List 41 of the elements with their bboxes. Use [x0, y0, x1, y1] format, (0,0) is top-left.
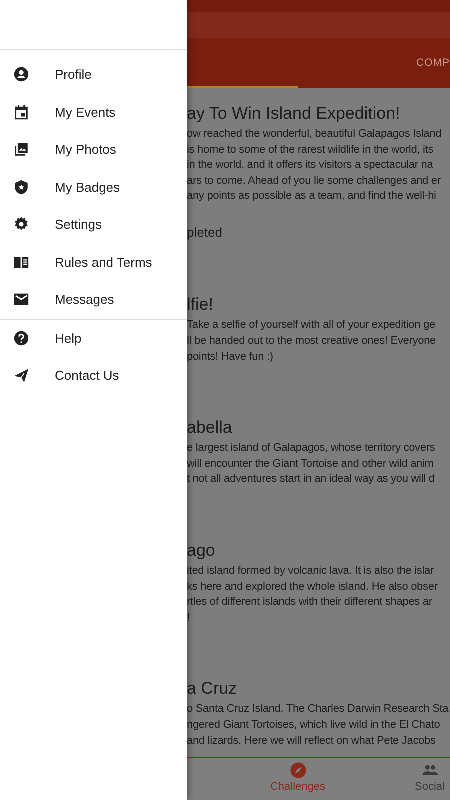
tab[interactable]: COMP	[416, 38, 450, 88]
description-line: points! Have fun :)	[187, 350, 274, 365]
description-line: !	[187, 610, 190, 626]
description-line: ow reached the wonderful, beautiful Galapagos Island	[187, 127, 442, 142]
drawer-item[interactable]: My Badges	[0, 168, 187, 206]
challenge-title: abella	[187, 417, 234, 440]
person-icon	[13, 66, 30, 84]
drawer-item[interactable]: Contact Us	[0, 357, 187, 394]
description-line: Take a selfie of yourself with all of your expedition ge	[187, 318, 436, 334]
description-line: ks here and explored the whole island. He also obser	[187, 580, 438, 595]
shield-icon	[13, 178, 30, 196]
description-line: t not all adventures start in an ideal way as you will d	[187, 472, 435, 488]
calendar-icon	[13, 104, 30, 121]
description-line: will encounter the Giant Tortoise and other wild anim	[187, 456, 434, 472]
help-icon	[13, 330, 30, 347]
challenge-title: a Cruz	[187, 678, 238, 700]
drawer-item[interactable]: Settings	[0, 206, 187, 244]
challenge-title: lfie!	[187, 294, 214, 316]
status-text: pleted	[187, 224, 222, 242]
drawer-item[interactable]: My Events	[0, 94, 187, 131]
send-icon	[13, 367, 30, 384]
description-line: any points as possible as a team, and find the well-hi	[187, 189, 436, 204]
description-line: ll be handed out to the most creative ones! Everyone	[187, 334, 436, 350]
description-line: rtles of different islands with their different shapes ar	[187, 595, 432, 610]
description-line: ars to come. Ahead of you lie some challenges and er	[187, 174, 441, 189]
drawer-item[interactable]: Help	[0, 320, 187, 357]
drawer-item[interactable]: Rules and Terms	[0, 244, 187, 281]
description-line: o Santa Cruz Island. The Charles Darwin Research Sta	[187, 702, 449, 718]
drawer-item[interactable]: Profile	[0, 56, 187, 94]
description-line: e largest island of Galapagos, whose territory covers	[187, 441, 436, 456]
description-line: in the world, and it offers its visitors a spectacular na	[187, 158, 434, 174]
drawer-item[interactable]: My Photos	[0, 131, 187, 168]
description-line: ited island formed by volcanic lava. It is also the islar	[187, 564, 434, 580]
drawer-item[interactable]: Messages	[0, 281, 187, 318]
description-line: and lizards. Here we will reflect on what Pete Jacobs	[187, 734, 436, 749]
challenge-title: ago	[187, 540, 216, 562]
description-line: is home to some of the rarest wildlife in the world, its	[187, 142, 434, 158]
description-line: ngered Giant Tortoises, which live wild in the El Chato	[187, 718, 440, 733]
challenge-title: ay To Win Island Expedition!	[187, 103, 402, 125]
photos-icon	[13, 141, 30, 158]
compass-icon	[290, 762, 306, 779]
